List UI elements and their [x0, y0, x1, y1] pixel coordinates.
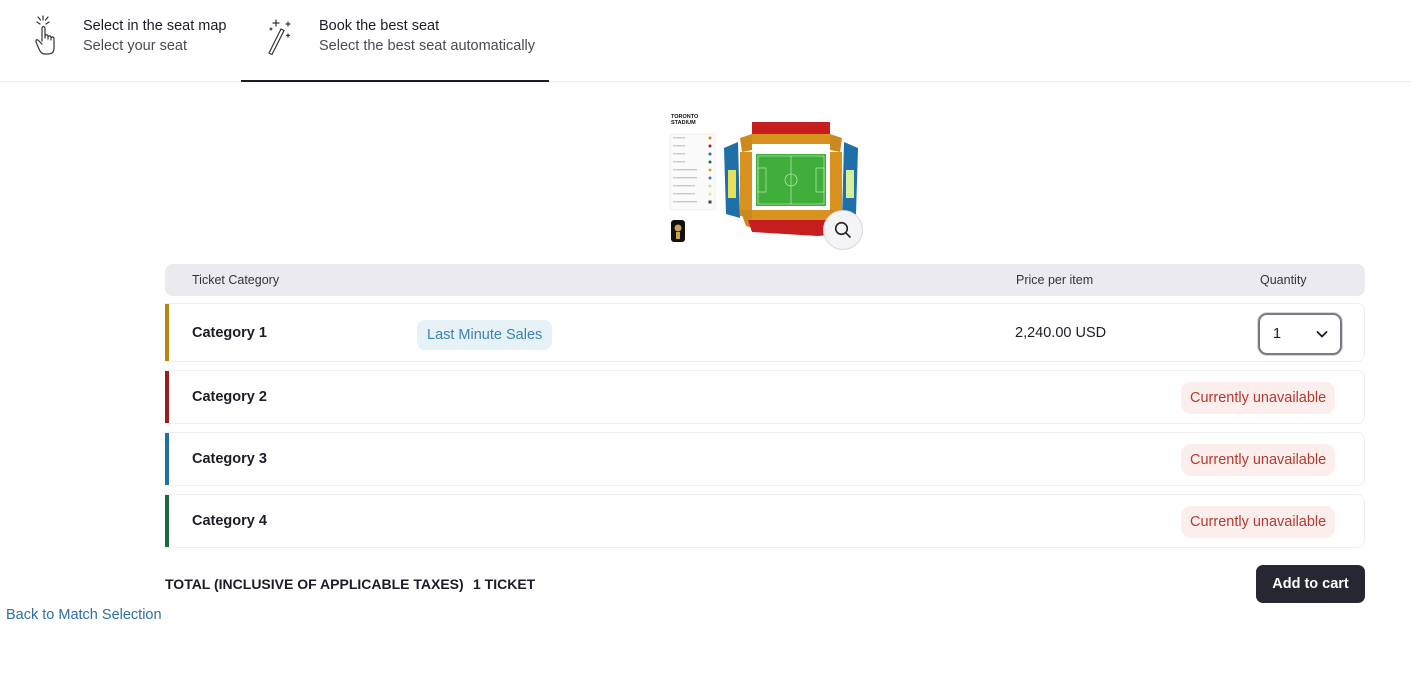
- tab-title: Book the best seat: [319, 18, 440, 34]
- total-label: TOTAL (INCLUSIVE OF APPLICABLE TAXES): [165, 576, 464, 592]
- category-name: Category 2: [192, 389, 267, 405]
- unavailable-badge: Currently unavailable: [1181, 506, 1336, 538]
- zoom-map-button[interactable]: [823, 210, 863, 250]
- magic-wand-icon: [268, 19, 291, 56]
- stadium-name-line2: STADIUM: [671, 120, 696, 126]
- ticket-table-header: Ticket Category Price per item Quantity: [165, 264, 1365, 296]
- unavailable-badge: Currently unavailable: [1181, 382, 1336, 414]
- search-icon: [834, 221, 851, 238]
- total-ticket-count: 1 TICKET: [473, 576, 536, 592]
- header-ticket-category: Ticket Category: [192, 273, 280, 287]
- last-minute-sales-badge: Last Minute Sales: [417, 320, 553, 350]
- chevron-down-icon: [1316, 331, 1328, 338]
- seat-selection-tabs: Select in the seat map Select your seat …: [0, 0, 1411, 82]
- category-color-bar: [165, 304, 169, 361]
- tournament-logo: [671, 220, 685, 242]
- category-name: Category 3: [192, 451, 267, 467]
- ticket-row-category-4: Category 4 Currently unavailable: [165, 494, 1365, 548]
- back-to-match-selection-link[interactable]: Back to Match Selection: [6, 607, 162, 623]
- quantity-select[interactable]: 1: [1258, 313, 1342, 355]
- category-color-bar: [165, 433, 169, 485]
- stadium-legend: [669, 133, 716, 211]
- category-color-bar: [165, 495, 169, 547]
- stand-north-upper: [752, 122, 830, 134]
- tab-subtitle: Select the best seat automatically: [319, 38, 536, 54]
- ticket-row-category-1: Category 1 Last Minute Sales 2,240.00 US…: [165, 303, 1365, 362]
- ticket-row-category-2: Category 2 Currently unavailable: [165, 370, 1365, 424]
- header-price-per-item: Price per item: [1016, 273, 1094, 287]
- tab-subtitle: Select your seat: [83, 38, 187, 54]
- tab-book-best-seat[interactable]: Book the best seat Select the best seat …: [241, 0, 549, 82]
- tab-title: Select in the seat map: [83, 18, 227, 34]
- stand-east-inner: [830, 152, 842, 216]
- price-per-item: 2,240.00 USD: [1015, 325, 1107, 341]
- category-color-bar: [165, 371, 169, 423]
- tab-select-in-seat-map[interactable]: Select in the seat map Select your seat: [0, 0, 241, 81]
- header-quantity: Quantity: [1260, 273, 1307, 287]
- stand-west-inner: [740, 152, 752, 216]
- quantity-value: 1: [1273, 326, 1282, 342]
- pointer-hand-icon: [35, 15, 55, 55]
- category-name: Category 1: [192, 325, 267, 341]
- category-name: Category 4: [192, 513, 267, 529]
- stand-north-lower: [752, 134, 830, 144]
- add-to-cart-button[interactable]: Add to cart: [1256, 565, 1365, 603]
- stand-south-lower: [752, 210, 830, 220]
- ticket-row-category-3: Category 3 Currently unavailable: [165, 432, 1365, 486]
- unavailable-badge: Currently unavailable: [1181, 444, 1336, 476]
